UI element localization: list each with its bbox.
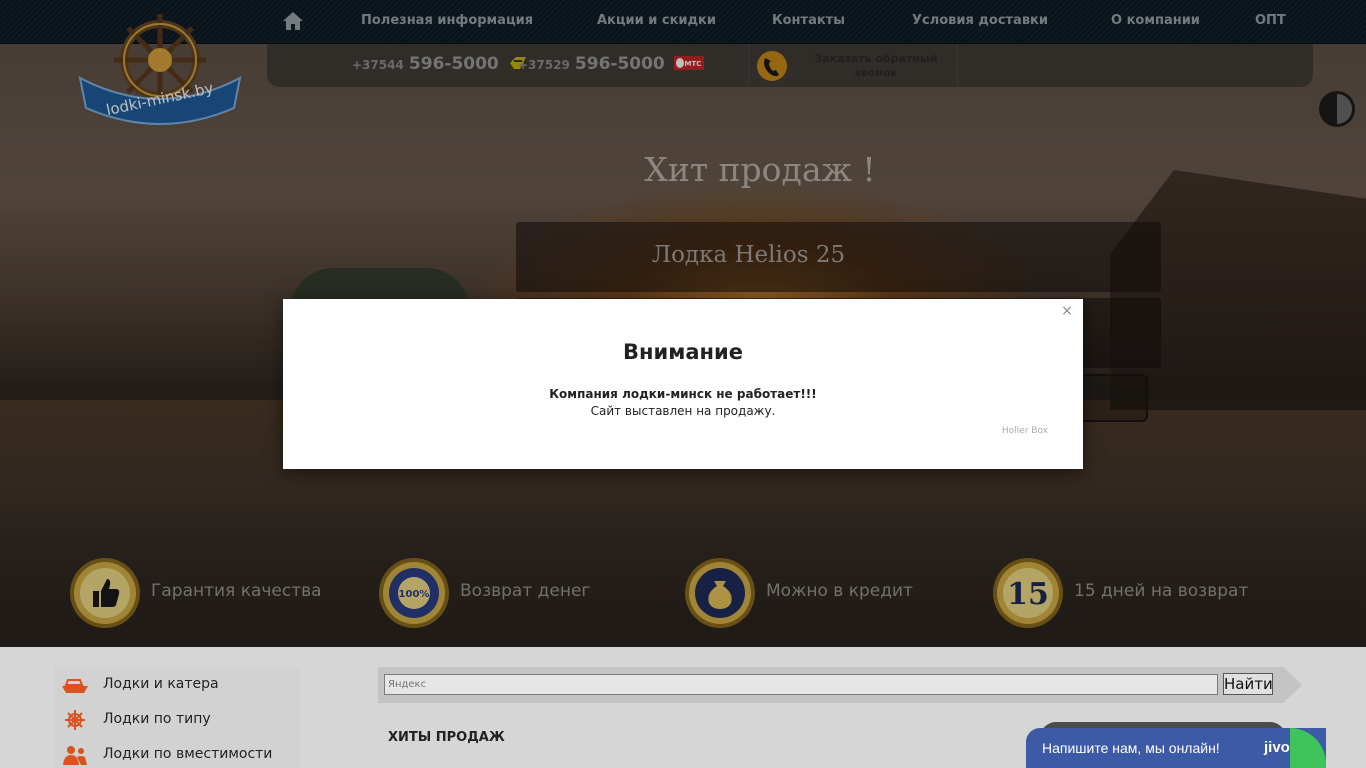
search-button[interactable]: Найти xyxy=(1223,673,1273,695)
notice-modal: × Внимание Компания лодки-минск не работ… xyxy=(283,299,1083,469)
people-icon xyxy=(60,744,90,766)
bestsellers-heading: ХИТЫ ПРОДАЖ xyxy=(388,730,505,745)
helm-icon xyxy=(60,709,90,731)
catalog-sidebar: Лодки и катера Лодки по типу Лодки по вм… xyxy=(54,667,300,768)
search-input[interactable] xyxy=(384,674,1218,695)
boat-icon xyxy=(60,674,90,696)
sidebar-item-by-type[interactable]: Лодки по типу xyxy=(54,702,300,737)
modal-credit-link[interactable]: Holler Box xyxy=(1002,426,1048,436)
chat-online-indicator xyxy=(1290,728,1326,768)
close-icon[interactable]: × xyxy=(1060,303,1074,319)
sidebar-item-by-capacity[interactable]: Лодки по вместимости xyxy=(54,737,300,768)
chat-brand-logo: jivo xyxy=(1264,739,1290,756)
sidebar-item-boats[interactable]: Лодки и катера xyxy=(54,667,300,702)
modal-message: Сайт выставлен на продажу. xyxy=(590,404,776,418)
modal-message-bold: Компания лодки-минск не работает!!! xyxy=(549,387,817,401)
chat-widget[interactable]: Напишите нам, мы онлайн! jivo xyxy=(1026,728,1326,768)
chat-prompt: Напишите нам, мы онлайн! xyxy=(1042,740,1220,756)
modal-title: Внимание xyxy=(622,340,744,364)
